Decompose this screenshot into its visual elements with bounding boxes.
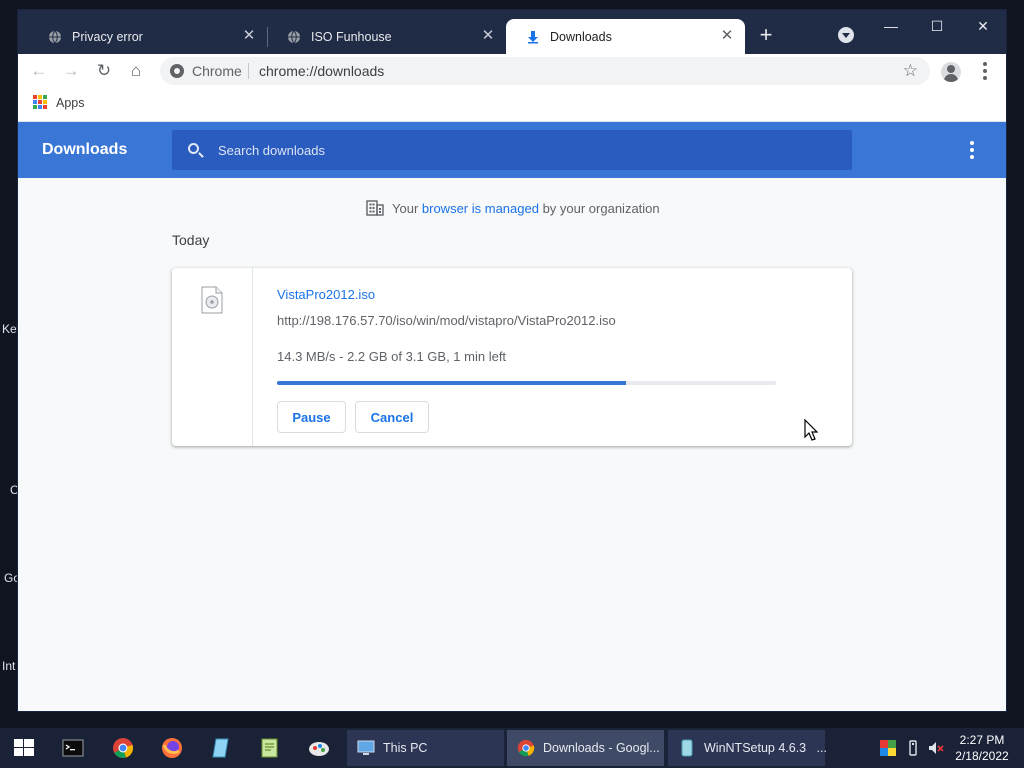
reload-button[interactable]: ↻ <box>92 60 116 82</box>
pause-button[interactable]: Pause <box>277 401 346 433</box>
url-text[interactable]: chrome://downloads <box>259 63 384 79</box>
tab-close-icon[interactable]: ✕ <box>241 28 257 44</box>
bookmark-star-icon[interactable]: ☆ <box>903 61 918 81</box>
tab-close-icon[interactable]: ✕ <box>719 28 735 44</box>
tab-downloads[interactable]: Downloads ✕ <box>506 19 745 54</box>
managed-info-link[interactable]: browser is managed <box>422 201 539 216</box>
download-item-details: VistaPro2012.iso http://198.176.57.70/is… <box>277 268 837 446</box>
managed-notice-prefix: Your <box>392 200 422 216</box>
bookmarks-bar: Apps <box>18 88 1006 122</box>
download-item-icon-area <box>172 268 253 446</box>
new-tab-button[interactable]: + <box>755 24 777 47</box>
clock-time: 2:27 PM <box>959 733 1005 747</box>
command-prompt-icon[interactable] <box>62 737 84 759</box>
chrome-icon[interactable] <box>112 737 134 759</box>
minimize-button[interactable]: — <box>868 16 914 40</box>
taskbar-task-this-pc[interactable]: This PC <box>347 730 504 766</box>
tab-title: Downloads <box>550 29 612 44</box>
profile-avatar-icon[interactable] <box>941 62 961 82</box>
search-input[interactable] <box>218 141 818 159</box>
taskbar: This PC Downloads - Googl... WinNTSetup … <box>0 728 1024 768</box>
download-progress-fill <box>277 381 627 385</box>
browser-toolbar: ← → ↻ ⌂ Chrome chrome://downloads ☆ <box>18 54 1006 88</box>
tab-title: Privacy error <box>72 29 143 44</box>
omnibox-divider <box>248 63 249 79</box>
more-actions-icon[interactable] <box>964 140 980 160</box>
taskbar-task-chrome-downloads[interactable]: Downloads - Googl... <box>507 730 664 766</box>
downloads-page: Downloads Your browser is managed by you… <box>18 122 1006 711</box>
taskbar-task-label: This PC <box>383 741 428 755</box>
download-item: VistaPro2012.iso http://198.176.57.70/is… <box>172 268 852 446</box>
color-app-tray-icon[interactable] <box>880 740 896 756</box>
download-status: 14.3 MB/s - 2.2 GB of 3.1 GB, 1 min left <box>277 349 507 364</box>
tab-iso-funhouse[interactable]: ISO Funhouse ✕ <box>267 19 506 54</box>
volume-muted-icon[interactable] <box>928 740 944 756</box>
file-icon <box>201 286 223 314</box>
omnibox-chip-label: Chrome <box>192 63 242 79</box>
computer-icon <box>357 740 375 755</box>
browser-window: Privacy error ✕ ISO Funhouse ✕ Downloads… <box>18 10 1006 711</box>
apps-grid-icon[interactable] <box>33 95 47 109</box>
downloads-header: Downloads <box>18 122 1006 178</box>
globe-icon <box>288 30 300 43</box>
address-bar[interactable]: Chrome chrome://downloads ☆ <box>160 57 930 85</box>
home-button[interactable]: ⌂ <box>124 60 148 82</box>
search-icon <box>188 143 199 154</box>
tab-close-icon[interactable]: ✕ <box>480 28 496 44</box>
globe-icon <box>49 30 61 43</box>
building-icon <box>366 200 384 216</box>
firefox-icon[interactable] <box>161 737 183 759</box>
clock-date: 2/18/2022 <box>955 749 1009 763</box>
system-clock[interactable]: 2:27 PM 2/18/2022 <box>948 732 1016 764</box>
winntsetup-icon <box>681 739 693 757</box>
taskbar-task-label: WinNTSetup 4.6.3 ... <box>704 741 827 755</box>
managed-notice-suffix: by your organization <box>538 200 660 216</box>
browser-menu-icon[interactable] <box>978 60 992 82</box>
download-icon <box>528 30 538 43</box>
windows-start-icon[interactable] <box>13 737 35 759</box>
cancel-button[interactable]: Cancel <box>355 401 429 433</box>
chrome-icon <box>517 739 535 757</box>
notepad-plus-plus-icon[interactable] <box>259 737 281 759</box>
download-file-name-link[interactable]: VistaPro2012.iso <box>277 287 375 302</box>
download-progress-bar <box>277 381 776 385</box>
usb-drive-icon[interactable] <box>905 740 921 756</box>
apps-bookmark[interactable]: Apps <box>56 96 85 110</box>
notepad-icon[interactable] <box>210 737 232 759</box>
paint-icon[interactable] <box>308 737 330 759</box>
forward-button[interactable]: → <box>59 60 83 82</box>
search-box[interactable] <box>172 130 852 170</box>
tab-privacy-error[interactable]: Privacy error ✕ <box>28 19 267 54</box>
back-button[interactable]: ← <box>27 60 51 82</box>
taskbar-task-winntsetup[interactable]: WinNTSetup 4.6.3 ... <box>668 730 827 766</box>
mouse-cursor-icon <box>804 419 818 441</box>
tab-search-icon[interactable] <box>838 27 854 43</box>
download-source-url[interactable]: http://198.176.57.70/iso/win/mod/vistapr… <box>277 313 616 328</box>
maximize-button[interactable]: ☐ <box>914 16 960 40</box>
taskbar-task-label: Downloads - Googl... <box>543 741 660 755</box>
date-section-label: Today <box>172 232 210 248</box>
tab-title: ISO Funhouse <box>311 29 392 44</box>
tab-strip: Privacy error ✕ ISO Funhouse ✕ Downloads… <box>18 10 1006 54</box>
desktop-icon-label[interactable]: Int <box>2 659 15 673</box>
page-title: Downloads <box>42 141 128 158</box>
close-window-button[interactable]: ✕ <box>960 16 1006 40</box>
chrome-icon <box>170 64 184 78</box>
managed-notice: Your browser is managed by your organiza… <box>366 200 660 216</box>
